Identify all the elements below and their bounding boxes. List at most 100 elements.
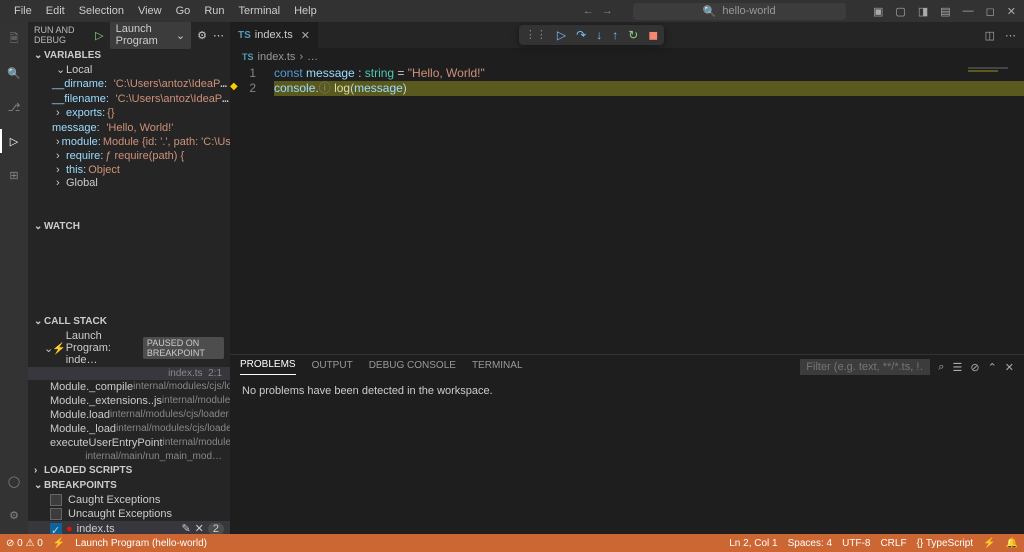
watch-header[interactable]: ⌄Watch <box>28 219 230 234</box>
step-out-icon[interactable]: ↑ <box>612 28 618 42</box>
nav-arrows[interactable]: ← → <box>583 5 613 17</box>
variable-row[interactable]: message: 'Hello, World!' <box>28 120 230 135</box>
stack-frame[interactable]: executeUserEntryPointinternal/modules… <box>28 436 230 450</box>
panel-tab-terminal[interactable]: Terminal <box>472 360 523 375</box>
panel-tab-problems[interactable]: Problems <box>240 359 296 375</box>
stack-frame[interactable]: internal/main/run_main_mod… <box>28 450 230 463</box>
callstack-header[interactable]: ⌄Call Stack <box>28 314 230 329</box>
account-icon[interactable]: ◯ <box>5 472 23 490</box>
stack-frame[interactable]: Module.loadinternal/modules/cjs/loader <box>28 408 230 422</box>
variable-row[interactable]: __dirname: 'C:\Users\antoz\IdeaProjects… <box>28 76 230 91</box>
panel-tab-output[interactable]: Output <box>312 360 353 375</box>
status-item[interactable]: ⚡ <box>983 538 995 549</box>
search-activity-icon[interactable]: 🔍 <box>5 64 23 82</box>
debug-icon[interactable]: ▷ <box>5 132 23 150</box>
global-scope[interactable]: ›Global <box>28 177 230 189</box>
layout-icon[interactable]: ▣ <box>873 5 883 18</box>
bp-file-row[interactable]: ✓ ● index.ts ✎ ✕ 2 <box>28 521 230 534</box>
stop-icon[interactable]: ◼ <box>648 28 658 42</box>
menu-help[interactable]: Help <box>288 3 323 19</box>
sidebar-icon[interactable]: ◨ <box>918 5 928 18</box>
status-item[interactable]: UTF-8 <box>842 538 870 549</box>
menu-edit[interactable]: Edit <box>40 3 71 19</box>
panel-tab-debug-console[interactable]: Debug Console <box>369 360 456 375</box>
split-icon[interactable]: ◫ <box>985 29 995 42</box>
step-into-icon[interactable]: ↓ <box>596 28 602 42</box>
gear-icon[interactable]: ⚙ <box>197 29 207 42</box>
close-panel-icon[interactable]: ✕ <box>1005 361 1014 374</box>
menu-terminal[interactable]: Terminal <box>233 3 287 19</box>
status-item[interactable]: {} TypeScript <box>917 538 974 549</box>
status-item[interactable]: Spaces: 4 <box>788 538 832 549</box>
status-item[interactable]: Launch Program (hello-world) <box>75 538 207 549</box>
problems-filter-input[interactable] <box>800 359 930 375</box>
code-line[interactable]: console.ⓘ log(message) <box>274 81 1024 96</box>
line-number[interactable]: 1 <box>230 66 270 81</box>
variable-row[interactable]: __filename: 'C:\Users\antoz\IdeaProject… <box>28 91 230 106</box>
code-line[interactable]: const message : string = "Hello, World!" <box>274 66 1024 81</box>
nav-back-icon[interactable]: ← <box>583 5 594 17</box>
stack-frame[interactable]: Module._extensions..jsinternal/module… <box>28 394 230 408</box>
minimap[interactable] <box>964 66 1024 86</box>
variables-header[interactable]: ⌄Variables <box>28 48 230 63</box>
close-icon[interactable]: ✕ <box>1007 5 1016 18</box>
local-scope[interactable]: ⌄Local <box>28 63 230 76</box>
tab-close-icon[interactable]: ✕ <box>301 29 310 42</box>
restart-icon[interactable]: ↻ <box>628 28 638 42</box>
status-item[interactable]: Ln 2, Col 1 <box>729 538 777 549</box>
debug-toolbar[interactable]: ⋮⋮ ▷ ↷ ↓ ↑ ↻ ◼ <box>519 25 664 45</box>
remove-icon[interactable]: ✕ <box>195 522 204 534</box>
code-editor[interactable]: ◆ 12 const message : string = "Hello, Wo… <box>230 66 1024 354</box>
edit-icon[interactable]: ✎ <box>181 522 190 534</box>
menu-selection[interactable]: Selection <box>73 3 130 19</box>
variable-row[interactable]: › exports: {} <box>28 106 230 120</box>
titlebar: FileEditSelectionViewGoRunTerminalHelp ←… <box>0 0 1024 22</box>
bp-caught[interactable]: Caught Exceptions <box>28 493 230 507</box>
maximize-panel-icon[interactable]: ⌃ <box>988 361 997 374</box>
loaded-scripts-header[interactable]: ›Loaded Scripts <box>28 463 230 478</box>
variable-row[interactable]: › this: Object <box>28 163 230 177</box>
line-number[interactable]: 2 <box>230 81 270 96</box>
panel-icon[interactable]: ▢ <box>895 5 905 18</box>
menu-file[interactable]: File <box>8 3 38 19</box>
bp-uncaught[interactable]: Uncaught Exceptions <box>28 507 230 521</box>
stack-frame[interactable]: index.ts 2:1 <box>28 367 230 380</box>
settings-icon[interactable]: ⚙ <box>5 506 23 524</box>
maximize-icon[interactable]: ◻ <box>986 5 995 18</box>
extensions-icon[interactable]: ⊞ <box>5 166 23 184</box>
step-over-icon[interactable]: ↷ <box>576 28 586 42</box>
status-item[interactable]: ⚡ <box>53 538 65 549</box>
tab-index-ts[interactable]: TS index.ts ✕ <box>230 22 319 48</box>
breadcrumb[interactable]: TS index.ts › … <box>230 48 1024 66</box>
continue-icon[interactable]: ▷ <box>557 28 566 42</box>
debug-config-select[interactable]: Launch Program ⌄ <box>110 22 192 49</box>
bp-checkbox[interactable]: ✓ <box>50 523 62 535</box>
search-box[interactable]: 🔍 hello-world <box>633 3 846 20</box>
drag-icon[interactable]: ⋮⋮ <box>525 28 547 42</box>
collapse-icon[interactable]: ☰ <box>952 361 962 374</box>
play-icon[interactable]: ▷ <box>95 29 103 42</box>
breakpoints-header[interactable]: ⌄Breakpoints <box>28 478 230 493</box>
more-actions-icon[interactable]: ⋯ <box>1005 29 1016 42</box>
callstack-thread[interactable]: ⌄ ⚡ Launch Program: inde… Paused on brea… <box>28 329 230 367</box>
menu-view[interactable]: View <box>132 3 168 19</box>
status-item[interactable]: ⊘ 0 ⚠ 0 <box>6 538 43 549</box>
minimize-icon[interactable]: — <box>963 5 974 18</box>
scm-icon[interactable]: ⎇ <box>5 98 23 116</box>
problems-body: No problems have been detected in the wo… <box>230 379 1024 403</box>
clear-icon[interactable]: ⊘ <box>970 361 979 374</box>
variable-row[interactable]: › module: Module {id: '.', path: 'C:\Use… <box>28 135 230 149</box>
variable-row[interactable]: › require: ƒ require(path) { <box>28 149 230 163</box>
nav-fwd-icon[interactable]: → <box>602 5 613 17</box>
menu-go[interactable]: Go <box>170 3 197 19</box>
status-item[interactable]: CRLF <box>880 538 906 549</box>
customize-icon[interactable]: ▤ <box>940 5 950 18</box>
menu-run[interactable]: Run <box>198 3 230 19</box>
editor-tabs: TS index.ts ✕ ⋮⋮ ▷ ↷ ↓ ↑ ↻ ◼ ◫ ⋯ <box>230 22 1024 48</box>
status-item[interactable]: 🔔 <box>1006 538 1018 549</box>
stack-frame[interactable]: Module._compileinternal/modules/cjs/loa… <box>28 380 230 394</box>
stack-frame[interactable]: Module._loadinternal/modules/cjs/loader <box>28 422 230 436</box>
explorer-icon[interactable]: 🗎 <box>5 30 23 48</box>
filter-icon[interactable]: ⌕ <box>938 361 944 374</box>
more-icon[interactable]: ⋯ <box>213 29 224 42</box>
